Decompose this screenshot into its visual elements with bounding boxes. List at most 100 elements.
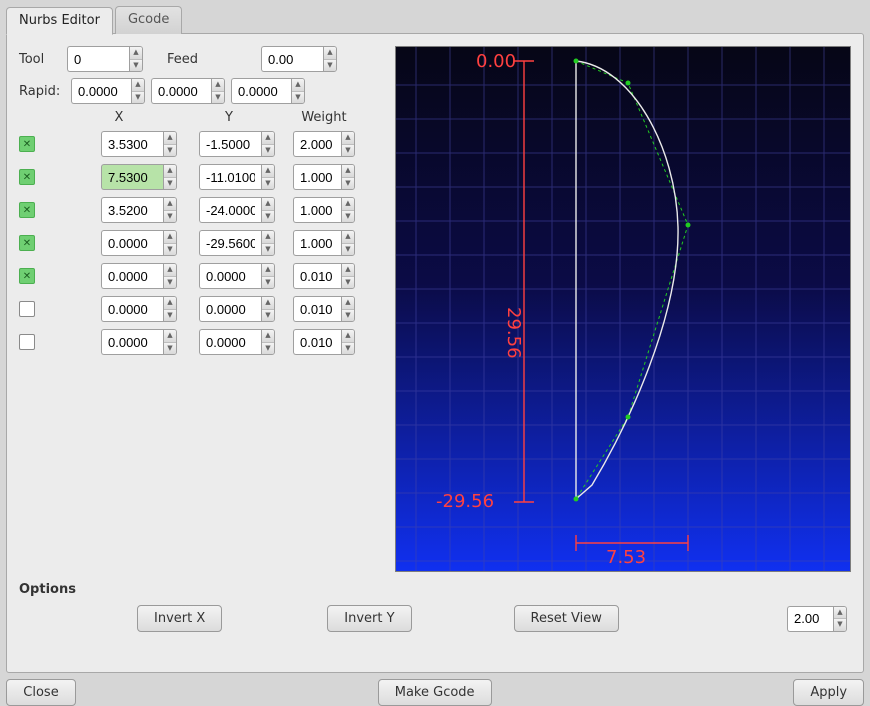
row-weight-input[interactable]: ▲▼ (293, 263, 355, 289)
weight-header: Weight (279, 110, 369, 125)
spin-down-icon[interactable]: ▼ (164, 145, 176, 157)
spin-up-icon[interactable]: ▲ (834, 607, 846, 620)
spin-up-icon[interactable]: ▲ (164, 264, 176, 277)
row-weight-input[interactable]: ▲▼ (293, 230, 355, 256)
feed-input[interactable]: ▲▼ (261, 46, 337, 72)
row-y-input[interactable]: ▲▼ (199, 230, 275, 256)
spin-up-icon[interactable]: ▲ (262, 264, 274, 277)
spin-up-icon[interactable]: ▲ (262, 165, 274, 178)
spin-up-icon[interactable]: ▲ (164, 231, 176, 244)
row-weight-input[interactable]: ▲▼ (293, 164, 355, 190)
spin-down-icon[interactable]: ▼ (262, 178, 274, 190)
row-y-input[interactable]: ▲▼ (199, 164, 275, 190)
spin-up-icon[interactable]: ▲ (164, 165, 176, 178)
row-x-input[interactable]: ▲▼ (101, 263, 177, 289)
spin-up-icon[interactable]: ▲ (342, 198, 354, 211)
row-enable-checkbox[interactable] (19, 268, 35, 284)
tab-gcode[interactable]: Gcode (115, 6, 182, 34)
spin-down-icon[interactable]: ▼ (164, 178, 176, 190)
spin-up-icon[interactable]: ▲ (342, 165, 354, 178)
reset-view-button[interactable]: Reset View (514, 605, 619, 632)
spin-up-icon[interactable]: ▲ (342, 264, 354, 277)
row-x-input[interactable]: ▲▼ (101, 329, 177, 355)
spin-up-icon[interactable]: ▲ (262, 231, 274, 244)
invert-x-button[interactable]: Invert X (137, 605, 222, 632)
rapid-z-input[interactable]: ▲▼ (231, 78, 305, 104)
row-y-input[interactable]: ▲▼ (199, 296, 275, 322)
spin-up-icon[interactable]: ▲ (164, 132, 176, 145)
preview-canvas[interactable]: 0.00 -29.56 29.56 7.53 (395, 46, 851, 572)
spin-down-icon[interactable]: ▼ (342, 211, 354, 223)
spin-down-icon[interactable]: ▼ (342, 244, 354, 256)
row-x-input[interactable]: ▲▼ (101, 164, 177, 190)
spin-down-icon[interactable]: ▼ (262, 244, 274, 256)
row-x-input[interactable]: ▲▼ (101, 296, 177, 322)
row-enable-checkbox[interactable] (19, 301, 35, 317)
spin-down-icon[interactable]: ▼ (262, 343, 274, 355)
spin-up-icon[interactable]: ▲ (292, 79, 304, 92)
spin-up-icon[interactable]: ▲ (164, 330, 176, 343)
spin-up-icon[interactable]: ▲ (212, 79, 224, 92)
control-point-row: ▲▼▲▼▲▼ (19, 329, 381, 355)
spin-up-icon[interactable]: ▲ (262, 198, 274, 211)
spin-down-icon[interactable]: ▼ (130, 60, 142, 72)
spin-down-icon[interactable]: ▼ (262, 211, 274, 223)
spin-down-icon[interactable]: ▼ (164, 310, 176, 322)
spin-down-icon[interactable]: ▼ (292, 92, 304, 104)
row-enable-checkbox[interactable] (19, 334, 35, 350)
spin-down-icon[interactable]: ▼ (212, 92, 224, 104)
close-button[interactable]: Close (6, 679, 76, 706)
make-gcode-button[interactable]: Make Gcode (378, 679, 492, 706)
row-enable-checkbox[interactable] (19, 136, 35, 152)
spin-down-icon[interactable]: ▼ (262, 145, 274, 157)
row-enable-checkbox[interactable] (19, 202, 35, 218)
spin-up-icon[interactable]: ▲ (132, 79, 144, 92)
spin-up-icon[interactable]: ▲ (262, 132, 274, 145)
row-weight-input[interactable]: ▲▼ (293, 329, 355, 355)
spin-down-icon[interactable]: ▼ (342, 343, 354, 355)
invert-y-button[interactable]: Invert Y (327, 605, 411, 632)
spin-up-icon[interactable]: ▲ (130, 47, 142, 60)
spin-down-icon[interactable]: ▼ (164, 244, 176, 256)
rapid-x-input[interactable]: ▲▼ (71, 78, 145, 104)
rapid-y-input[interactable]: ▲▼ (151, 78, 225, 104)
zoom-input[interactable]: ▲▼ (787, 606, 847, 632)
apply-button[interactable]: Apply (793, 679, 864, 706)
spin-up-icon[interactable]: ▲ (342, 297, 354, 310)
spin-up-icon[interactable]: ▲ (164, 198, 176, 211)
spin-down-icon[interactable]: ▼ (132, 92, 144, 104)
spin-down-icon[interactable]: ▼ (342, 145, 354, 157)
spin-down-icon[interactable]: ▼ (834, 619, 846, 631)
spin-up-icon[interactable]: ▲ (262, 297, 274, 310)
spin-down-icon[interactable]: ▼ (342, 310, 354, 322)
spin-down-icon[interactable]: ▼ (262, 310, 274, 322)
row-weight-input[interactable]: ▲▼ (293, 131, 355, 157)
row-x-input[interactable]: ▲▼ (101, 131, 177, 157)
row-y-input[interactable]: ▲▼ (199, 329, 275, 355)
tool-input[interactable]: ▲▼ (67, 46, 143, 72)
spin-down-icon[interactable]: ▼ (164, 343, 176, 355)
spin-down-icon[interactable]: ▼ (342, 277, 354, 289)
row-weight-input[interactable]: ▲▼ (293, 296, 355, 322)
spin-up-icon[interactable]: ▲ (324, 47, 336, 60)
row-y-input[interactable]: ▲▼ (199, 197, 275, 223)
row-y-input[interactable]: ▲▼ (199, 131, 275, 157)
spin-up-icon[interactable]: ▲ (164, 297, 176, 310)
row-x-input[interactable]: ▲▼ (101, 230, 177, 256)
spin-down-icon[interactable]: ▼ (324, 60, 336, 72)
spin-up-icon[interactable]: ▲ (262, 330, 274, 343)
row-y-input[interactable]: ▲▼ (199, 263, 275, 289)
spin-down-icon[interactable]: ▼ (164, 211, 176, 223)
spin-up-icon[interactable]: ▲ (342, 132, 354, 145)
spin-down-icon[interactable]: ▼ (262, 277, 274, 289)
spin-up-icon[interactable]: ▲ (342, 231, 354, 244)
row-enable-checkbox[interactable] (19, 235, 35, 251)
row-weight-input[interactable]: ▲▼ (293, 197, 355, 223)
preview-bottom-label: -29.56 (436, 491, 494, 512)
spin-down-icon[interactable]: ▼ (164, 277, 176, 289)
tab-nurbs-editor[interactable]: Nurbs Editor (6, 7, 113, 35)
spin-up-icon[interactable]: ▲ (342, 330, 354, 343)
spin-down-icon[interactable]: ▼ (342, 178, 354, 190)
row-x-input[interactable]: ▲▼ (101, 197, 177, 223)
row-enable-checkbox[interactable] (19, 169, 35, 185)
